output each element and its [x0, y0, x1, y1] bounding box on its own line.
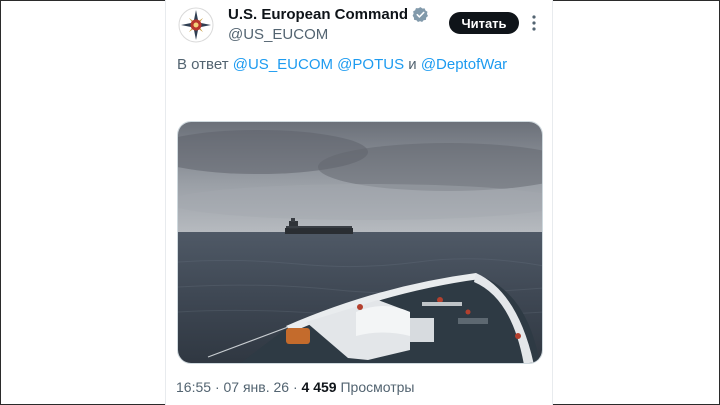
- eucom-emblem-icon: [178, 7, 214, 43]
- account-name-row: U.S. European Command: [228, 6, 429, 23]
- views-count: 4 459: [301, 379, 337, 395]
- more-dots-icon[interactable]: [531, 14, 537, 32]
- meta-dot: ·: [292, 379, 298, 395]
- tweet-photo[interactable]: [177, 121, 543, 364]
- column-border-left: [165, 0, 166, 405]
- tweet-date[interactable]: 07 янв. 26: [224, 379, 290, 395]
- reply-prefix: В ответ: [177, 56, 229, 73]
- views-label: Просмотры: [340, 379, 415, 395]
- display-name[interactable]: U.S. European Command: [228, 6, 408, 23]
- mention-potus[interactable]: @POTUS: [337, 56, 404, 73]
- tweet-card: U.S. European Command @US_EUCOM Читать В…: [165, 0, 553, 405]
- meta-dot: ·: [214, 379, 220, 395]
- mention-deptofwar[interactable]: @DeptofWar: [421, 56, 507, 73]
- account-handle[interactable]: @US_EUCOM: [228, 26, 328, 43]
- mention-us-eucom[interactable]: @US_EUCOM: [233, 56, 333, 73]
- verified-badge-icon[interactable]: [412, 6, 429, 23]
- column-border-right: [552, 0, 553, 405]
- tanker-at-sea-photo: [178, 122, 542, 363]
- avatar[interactable]: [178, 7, 214, 43]
- tweet-metadata: 16:55 · 07 янв. 26 · 4 459 Просмотры: [176, 379, 414, 395]
- reply-and: и: [408, 56, 417, 73]
- follow-button[interactable]: Читать: [449, 12, 519, 34]
- tweet-time[interactable]: 16:55: [176, 379, 211, 395]
- reply-context: В ответ @US_EUCOM @POTUS и @DeptofWar: [177, 56, 507, 73]
